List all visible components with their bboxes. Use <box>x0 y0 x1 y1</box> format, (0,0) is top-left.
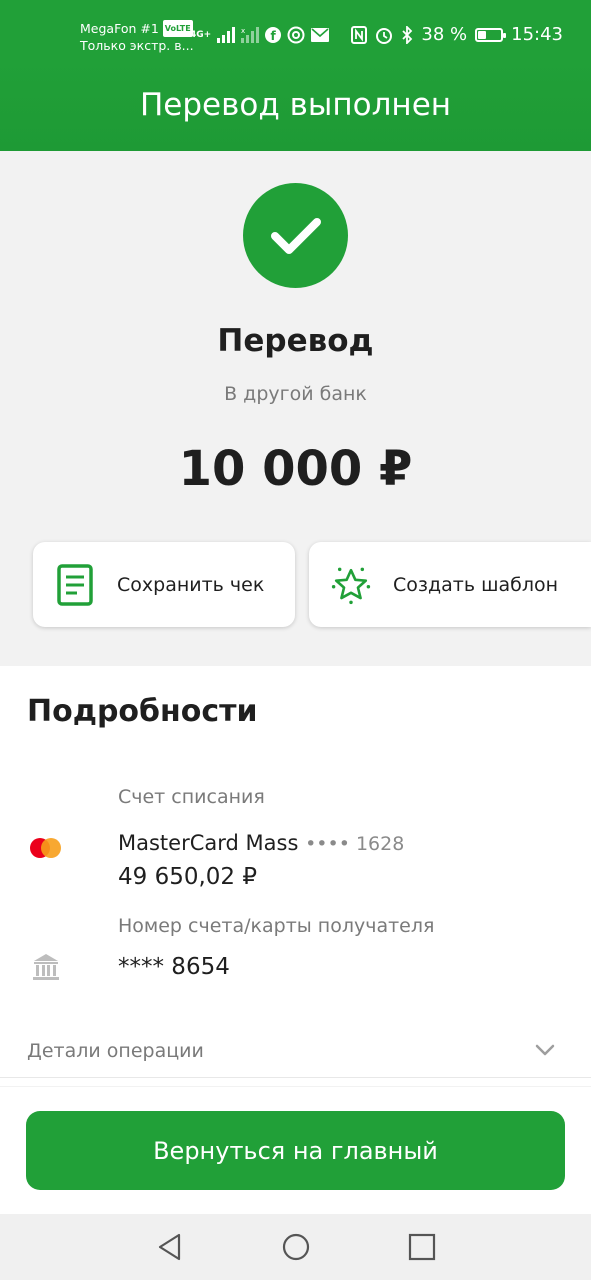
recipient-label: Номер счета/карты получателя <box>118 915 435 937</box>
svg-text:f: f <box>271 29 277 43</box>
bank-icon <box>32 952 60 982</box>
status-icons-right: 38 % 15:43 <box>351 24 563 45</box>
system-nav-bar <box>0 1214 591 1280</box>
back-to-main-button[interactable]: Вернуться на главный <box>26 1111 565 1190</box>
network-type: 4G+ <box>190 30 212 40</box>
details-heading: Подробности <box>27 694 258 729</box>
back-nav-icon[interactable] <box>155 1232 185 1262</box>
mail-icon <box>311 28 330 42</box>
volte-badge: VoLTE <box>162 20 193 37</box>
status-bar: MegaFon #1 VoLTE Только экстр. в... 4G+ … <box>0 0 591 60</box>
operation-details-label: Детали операции <box>27 1040 204 1062</box>
carrier-name: MegaFon #1 <box>80 21 159 36</box>
create-template-button[interactable]: Создать шаблон <box>309 542 591 627</box>
signal-icon <box>217 27 236 43</box>
success-check-icon <box>243 183 348 288</box>
save-receipt-label: Сохранить чек <box>117 573 265 596</box>
alarm-icon <box>376 27 393 44</box>
nfc-icon <box>351 25 368 44</box>
home-nav-icon[interactable] <box>281 1232 311 1262</box>
carrier-subtext: Только экстр. в... <box>80 38 194 53</box>
debit-account-label: Счет списания <box>118 786 265 808</box>
bluetooth-icon <box>402 25 413 44</box>
receipt-icon <box>55 563 95 607</box>
chevron-down-icon <box>535 1044 555 1056</box>
bottom-bar: Вернуться на главный <box>0 1087 591 1214</box>
debit-card-row: MasterCard Mass •••• 1628 <box>118 831 404 855</box>
card-balance: 49 650,02 ₽ <box>118 864 257 890</box>
operation-details-toggle[interactable]: Детали операции <box>0 1028 591 1078</box>
transfer-summary: Перевод В другой банк 10 000 ₽ Сохранить… <box>0 151 591 666</box>
transfer-amount: 10 000 ₽ <box>178 441 413 497</box>
clock: 15:43 <box>511 24 563 45</box>
transfer-subtitle: В другой банк <box>224 383 367 405</box>
page-title: Перевод выполнен <box>0 60 591 151</box>
mastercard-icon <box>30 838 62 860</box>
save-receipt-button[interactable]: Сохранить чек <box>33 542 295 627</box>
battery-percent: 38 % <box>421 24 468 45</box>
recents-nav-icon[interactable] <box>407 1232 437 1262</box>
carrier-info: MegaFon #1 VoLTE Только экстр. в... <box>80 20 194 54</box>
battery-level <box>478 30 487 39</box>
email-at-icon <box>287 26 305 44</box>
status-icons-left: 4G+ x f <box>190 26 330 44</box>
signal-no-service-icon: x <box>241 27 260 43</box>
svg-text:x: x <box>241 27 245 35</box>
card-mask: •••• 1628 <box>305 833 405 855</box>
card-name: MasterCard Mass <box>118 831 299 855</box>
recipient-value: **** 8654 <box>118 954 230 980</box>
transfer-title: Перевод <box>217 323 374 359</box>
create-template-label: Создать шаблон <box>393 573 559 596</box>
star-icon <box>331 563 371 607</box>
facebook-icon: f <box>265 27 282 43</box>
battery-icon <box>475 27 507 42</box>
details-section: Подробности Счет списания MasterCard Mas… <box>0 666 591 1086</box>
